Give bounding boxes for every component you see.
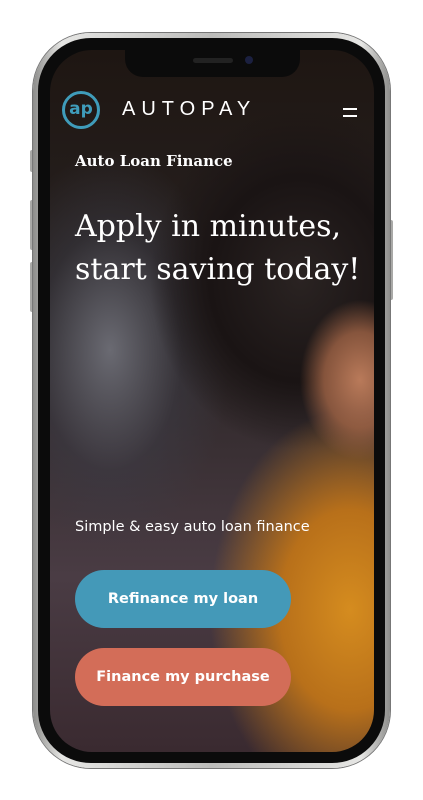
phone-screen: ap AUTOPAY Auto Loan Finance Apply in mi… (50, 50, 374, 752)
refinance-button[interactable]: Refinance my loan (75, 570, 291, 628)
hero-headline: Apply in minutes, start saving today! (75, 209, 361, 287)
hamburger-icon[interactable] (343, 108, 357, 117)
finance-purchase-button[interactable]: Finance my purchase (75, 648, 291, 706)
autopay-logo[interactable]: ap (62, 91, 100, 129)
brand-name[interactable]: AUTOPAY (122, 98, 256, 121)
hero-subtitle: Simple & easy auto loan finance (75, 519, 310, 535)
notch (125, 50, 300, 77)
camera-icon (245, 56, 253, 64)
eyebrow-text: Auto Loan Finance (75, 152, 233, 170)
